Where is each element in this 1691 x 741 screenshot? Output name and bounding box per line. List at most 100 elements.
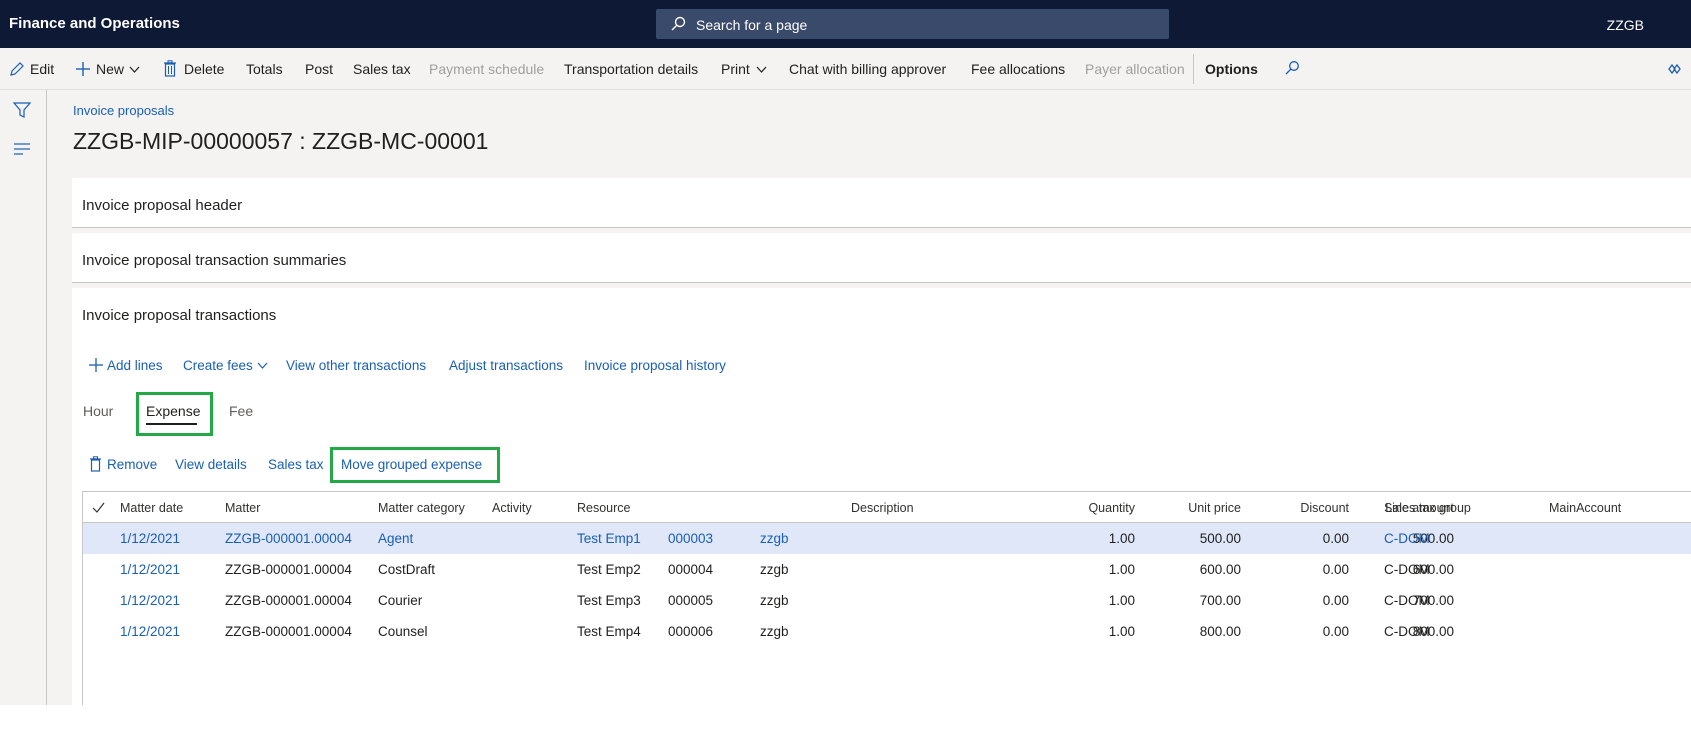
fasttab-transactions[interactable]: Invoice proposal transactions	[72, 288, 1691, 338]
cell-resource-company[interactable]: zzgb	[760, 531, 789, 546]
cell-resource-id[interactable]: 000006	[668, 624, 713, 639]
remove-button[interactable]: Remove	[107, 457, 157, 472]
cell-matter[interactable]: ZZGB-000001.00004	[225, 531, 352, 546]
payer-allocation-button[interactable]: Payer allocation	[1085, 61, 1185, 77]
chevron-down-icon	[129, 66, 140, 73]
cell-quantity[interactable]: 1.00	[1109, 531, 1135, 546]
cell-discount[interactable]: 0.00	[1323, 531, 1349, 546]
payment-schedule-button[interactable]: Payment schedule	[429, 61, 544, 77]
cell-sales-tax-group[interactable]: C-DOM	[1384, 624, 1430, 639]
tab-fee[interactable]: Fee	[229, 403, 253, 419]
search-box[interactable]: Search for a page	[656, 9, 1169, 39]
list-icon[interactable]	[13, 142, 31, 156]
table-row[interactable]: 1/12/2021 ZZGB-000001.00004 Courier Test…	[83, 585, 1691, 616]
col-description[interactable]: Description	[851, 501, 914, 515]
col-resource[interactable]: Resource	[577, 501, 631, 515]
table-row[interactable]: 1/12/2021 ZZGB-000001.00004 Counsel Test…	[83, 616, 1691, 647]
cell-discount[interactable]: 0.00	[1323, 624, 1349, 639]
adjust-transactions-button[interactable]: Adjust transactions	[449, 358, 563, 373]
cell-resource-company[interactable]: zzgb	[760, 562, 789, 577]
breadcrumb[interactable]: Invoice proposals	[73, 103, 174, 118]
cell-matter[interactable]: ZZGB-000001.00004	[225, 593, 352, 608]
transportation-details-button[interactable]: Transportation details	[564, 61, 698, 77]
company-picker[interactable]: ZZGB	[1607, 17, 1644, 33]
table-row[interactable]: 1/12/2021 ZZGB-000001.00004 Agent Test E…	[83, 523, 1691, 554]
col-activity[interactable]: Activity	[492, 501, 532, 515]
create-fees-button[interactable]: Create fees	[183, 358, 253, 373]
diamond-icon[interactable]	[1665, 62, 1681, 76]
sales-tax-button[interactable]: Sales tax	[353, 61, 411, 77]
cell-matter[interactable]: ZZGB-000001.00004	[225, 562, 352, 577]
print-button[interactable]: Print	[721, 61, 750, 77]
cell-resource-name[interactable]: Test Emp1	[577, 531, 641, 546]
cell-matter-date[interactable]: 1/12/2021	[120, 624, 180, 639]
col-matter-category[interactable]: Matter category	[378, 501, 465, 515]
cell-resource-name[interactable]: Test Emp2	[577, 562, 641, 577]
invoice-proposal-history-button[interactable]: Invoice proposal history	[584, 358, 726, 373]
cell-resource-id[interactable]: 000005	[668, 593, 713, 608]
app-title[interactable]: Finance and Operations	[9, 15, 180, 32]
cell-sales-tax-group[interactable]: C-DOM	[1384, 531, 1430, 546]
cell-quantity[interactable]: 1.00	[1109, 562, 1135, 577]
action-divider	[1193, 54, 1194, 84]
col-sales-tax-group[interactable]: Sales tax group	[1384, 501, 1471, 515]
fasttab-header[interactable]: Invoice proposal header	[72, 178, 1691, 228]
cell-discount[interactable]: 0.00	[1323, 593, 1349, 608]
fasttab-title: Invoice proposal header	[82, 197, 243, 214]
add-lines-button[interactable]: Add lines	[107, 358, 163, 373]
cell-sales-tax-group[interactable]: C-DOM	[1384, 593, 1430, 608]
cell-resource-company[interactable]: zzgb	[760, 593, 789, 608]
filter-icon[interactable]	[13, 101, 31, 119]
tab-selected-indicator	[146, 423, 197, 425]
fasttab-title: Invoice proposal transaction summaries	[82, 252, 347, 269]
cell-quantity[interactable]: 1.00	[1109, 593, 1135, 608]
select-all-check-icon[interactable]	[92, 502, 105, 513]
cell-matter[interactable]: ZZGB-000001.00004	[225, 624, 352, 639]
fasttab-title: Invoice proposal transactions	[82, 307, 277, 324]
cell-resource-id[interactable]: 000004	[668, 562, 713, 577]
new-button[interactable]: New	[96, 61, 124, 77]
col-quantity[interactable]: Quantity	[1088, 501, 1135, 515]
cell-sales-tax-group[interactable]: C-DOM	[1384, 562, 1430, 577]
nav-rail	[0, 90, 47, 705]
cell-unit-price[interactable]: 600.00	[1200, 562, 1241, 577]
col-main-account[interactable]: MainAccount	[1549, 501, 1621, 515]
cell-resource-name[interactable]: Test Emp4	[577, 624, 641, 639]
cell-matter-date[interactable]: 1/12/2021	[120, 531, 180, 546]
search-icon	[671, 16, 686, 31]
sales-tax-button[interactable]: Sales tax	[268, 457, 324, 472]
table-row[interactable]: 1/12/2021 ZZGB-000001.00004 CostDraft Te…	[83, 554, 1691, 585]
tab-hour[interactable]: Hour	[83, 403, 113, 419]
col-unit-price[interactable]: Unit price	[1188, 501, 1241, 515]
search-icon[interactable]	[1284, 60, 1300, 76]
cell-resource-id[interactable]: 000003	[668, 531, 713, 546]
fasttab-summaries[interactable]: Invoice proposal transaction summaries	[72, 233, 1691, 283]
options-tab[interactable]: Options	[1205, 61, 1258, 77]
fee-allocations-button[interactable]: Fee allocations	[971, 61, 1065, 77]
cell-quantity[interactable]: 1.00	[1109, 624, 1135, 639]
col-discount[interactable]: Discount	[1300, 501, 1349, 515]
col-matter[interactable]: Matter	[225, 501, 260, 515]
cell-resource-name[interactable]: Test Emp3	[577, 593, 641, 608]
totals-button[interactable]: Totals	[246, 61, 283, 77]
cell-unit-price[interactable]: 800.00	[1200, 624, 1241, 639]
view-details-button[interactable]: View details	[175, 457, 247, 472]
cell-matter-category[interactable]: Counsel	[378, 624, 428, 639]
cell-matter-category[interactable]: Courier	[378, 593, 422, 608]
cell-matter-date[interactable]: 1/12/2021	[120, 593, 180, 608]
col-matter-date[interactable]: Matter date	[120, 501, 183, 515]
cell-matter-category[interactable]: Agent	[378, 531, 413, 546]
delete-button[interactable]: Delete	[184, 61, 224, 77]
edit-button[interactable]: Edit	[30, 61, 54, 77]
cell-unit-price[interactable]: 700.00	[1200, 593, 1241, 608]
cell-matter-date[interactable]: 1/12/2021	[120, 562, 180, 577]
cell-unit-price[interactable]: 500.00	[1200, 531, 1241, 546]
view-other-transactions-button[interactable]: View other transactions	[286, 358, 426, 373]
chat-billing-approver-button[interactable]: Chat with billing approver	[789, 61, 946, 77]
cell-resource-company[interactable]: zzgb	[760, 624, 789, 639]
post-button[interactable]: Post	[305, 61, 333, 77]
cell-discount[interactable]: 0.00	[1323, 562, 1349, 577]
tab-expense[interactable]: Expense	[146, 403, 200, 419]
cell-matter-category[interactable]: CostDraft	[378, 562, 435, 577]
move-grouped-expense-button[interactable]: Move grouped expense	[341, 457, 482, 472]
